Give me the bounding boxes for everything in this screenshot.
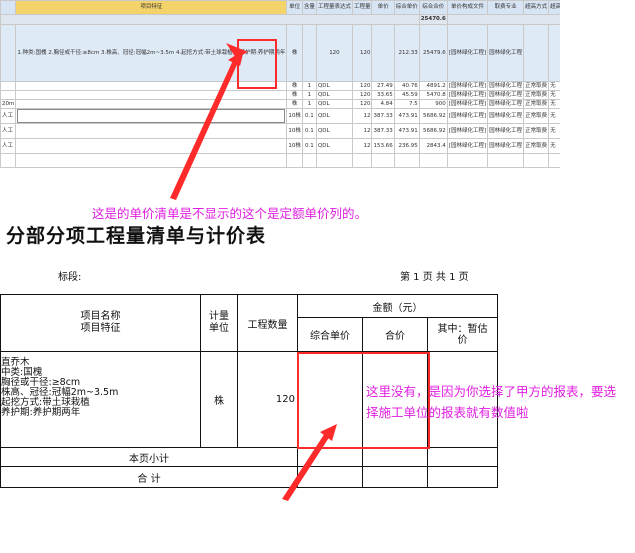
arrow-icon-top [170, 43, 248, 200]
arrow-overlay [170, 43, 337, 501]
arrow-icon-bottom [282, 424, 337, 501]
